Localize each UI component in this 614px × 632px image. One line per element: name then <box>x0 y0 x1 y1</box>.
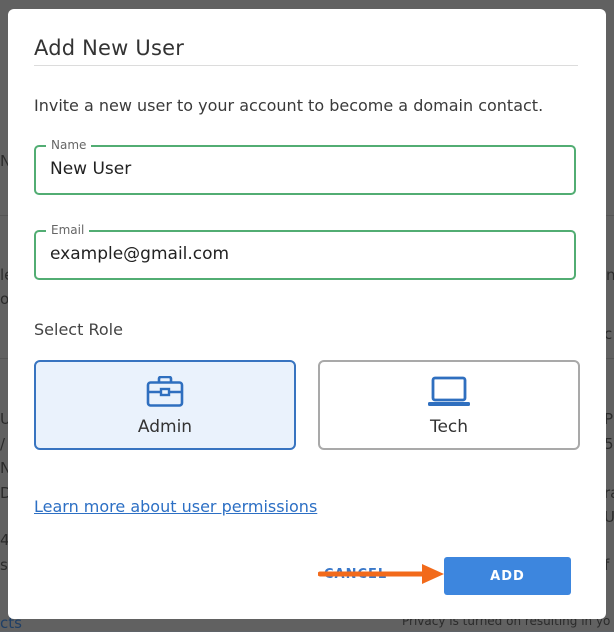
add-user-dialog: Add New User Invite a new user to your a… <box>8 9 606 619</box>
laptop-icon <box>427 376 471 412</box>
role-tech-label: Tech <box>429 417 469 437</box>
name-field[interactable]: Name <box>34 138 576 195</box>
add-button[interactable]: ADD <box>444 557 571 595</box>
backdrop-text: s <box>0 556 8 574</box>
email-input[interactable] <box>50 244 550 264</box>
email-field[interactable]: Email <box>34 223 576 280</box>
dialog-title: Add New User <box>34 36 185 60</box>
backdrop-text: / <box>0 435 6 453</box>
role-tech-option[interactable]: Tech <box>318 360 580 450</box>
role-admin-label: Admin <box>137 417 193 437</box>
name-field-label: Name <box>46 138 92 152</box>
learn-more-link[interactable]: Learn more about user permissions <box>34 497 317 516</box>
role-admin-option[interactable]: Admin <box>34 360 296 450</box>
title-divider <box>34 65 578 66</box>
select-role-label: Select Role <box>34 320 123 339</box>
arrow-annotation-icon <box>318 564 444 584</box>
backdrop-text: n <box>606 266 614 284</box>
name-input[interactable] <box>50 159 550 179</box>
dialog-description: Invite a new user to your account to bec… <box>34 96 544 115</box>
briefcase-icon <box>146 375 184 412</box>
email-field-label: Email <box>46 223 90 237</box>
